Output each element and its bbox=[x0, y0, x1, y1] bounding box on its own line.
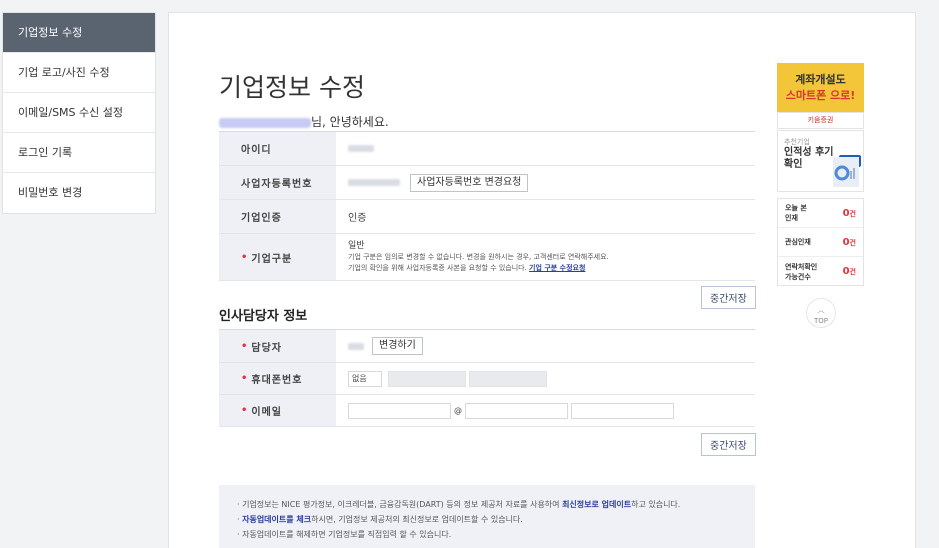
label-manager: • 담당자 bbox=[219, 330, 336, 362]
stat-contact-available-count: 0건 bbox=[842, 266, 856, 277]
required-dot: • bbox=[241, 251, 249, 263]
row-user-id: 아이디 bbox=[219, 132, 755, 166]
company-type-value: 일반 bbox=[348, 240, 365, 251]
label-mobile: • 휴대폰번호 bbox=[219, 363, 336, 394]
company-type-change-link[interactable]: 기업 구분 수정요청 bbox=[529, 264, 585, 272]
row-manager: • 담당자 변경하기 bbox=[219, 330, 755, 363]
review-card-small: 추천기업 bbox=[784, 138, 810, 146]
sidebar: 기업정보 수정 기업 로고/사진 수정 이메일/SMS 수신 설정 로그인 기록… bbox=[2, 12, 156, 214]
chevron-up-icon: ︿ bbox=[817, 306, 825, 314]
mobile-middle-input[interactable] bbox=[388, 370, 466, 387]
required-dot: • bbox=[241, 373, 249, 384]
business-number-change-button[interactable]: 사업자등록번호 변경요청 bbox=[410, 173, 529, 192]
label-email: • 이메일 bbox=[219, 395, 336, 426]
stat-today-viewed-count: 0건 bbox=[842, 207, 856, 219]
label-business-number: 사업자등록번호 bbox=[219, 166, 336, 199]
email-id-input[interactable] bbox=[348, 402, 451, 419]
required-dot: • bbox=[241, 340, 249, 352]
sidebar-item-login-history[interactable]: 로그인 기록 bbox=[3, 133, 155, 173]
company-save-button[interactable]: 중간저장 bbox=[701, 286, 756, 309]
mobile-prefix-select[interactable]: 없음 bbox=[348, 370, 382, 387]
ad-line1: 계좌개설도 bbox=[795, 73, 846, 86]
company-name-redacted bbox=[219, 117, 311, 128]
email-domain-input[interactable] bbox=[465, 402, 568, 419]
label-certification: 기업인증 bbox=[219, 200, 336, 233]
row-company-type: • 기업구분 일반 기업 구분은 임의로 변경할 수 없습니다. 변경을 원하시는… bbox=[219, 234, 755, 281]
ad-brand: 키움증권 bbox=[777, 112, 864, 129]
hr-info-table: • 담당자 변경하기 • 휴대폰번호 없음 • 이메일 @ bbox=[219, 329, 755, 427]
row-business-number: 사업자등록번호 사업자등록번호 변경요청 bbox=[219, 166, 755, 200]
stat-row-favorite[interactable]: 관심인재 0건 bbox=[778, 228, 863, 257]
sidebar-item-company-info[interactable]: 기업정보 수정 bbox=[3, 13, 155, 53]
stat-favorite-count: 0건 bbox=[842, 236, 856, 248]
company-type-desc2: 기업의 확인을 위해 사업자등록증 사본을 요청할 수 있습니다. bbox=[348, 263, 527, 272]
sidebar-item-logo-photo[interactable]: 기업 로고/사진 수정 bbox=[3, 53, 155, 93]
certification-value: 인증 bbox=[348, 213, 367, 224]
company-info-table: 아이디 사업자등록번호 사업자등록번호 변경요청 기업인증 인증 • 기업구분 일… bbox=[219, 131, 755, 281]
stat-row-today-viewed[interactable]: 오늘 본 인재 0건 bbox=[778, 199, 863, 228]
email-at-sign: @ bbox=[454, 406, 462, 415]
greeting: 님, 안녕하세요. bbox=[219, 113, 389, 130]
stats-box: 오늘 본 인재 0건 관심인재 0건 연락처확인 가능건수 0건 bbox=[777, 198, 864, 286]
stat-row-contact-available[interactable]: 연락처확인 가능건수 0건 bbox=[778, 257, 863, 286]
ad-line2: 스마트폰 으로! bbox=[785, 89, 856, 102]
company-type-desc1: 기업 구분은 임의로 변경할 수 없습니다. 변경을 원하시는 경우, 고객센터… bbox=[348, 252, 609, 261]
business-number-redacted bbox=[348, 179, 400, 186]
mobile-last-input[interactable] bbox=[469, 370, 547, 387]
notice-box: · 기업정보는 NICE 평가정보, 이크레더블, 금융감독원(DART) 등의… bbox=[219, 485, 755, 548]
top-label: TOP bbox=[813, 317, 828, 325]
hr-section-title: 인사담당자 정보 bbox=[219, 309, 308, 324]
manager-name-redacted bbox=[348, 342, 364, 350]
user-id-redacted bbox=[348, 145, 374, 152]
label-company-type: • 기업구분 bbox=[219, 234, 336, 280]
row-mobile: • 휴대폰번호 없음 bbox=[219, 363, 755, 395]
required-dot: • bbox=[241, 405, 249, 416]
sidebar-item-email-sms[interactable]: 이메일/SMS 수신 설정 bbox=[3, 93, 155, 133]
page-title: 기업정보 수정 bbox=[219, 73, 365, 102]
row-email: • 이메일 @ bbox=[219, 395, 755, 427]
chart-icon-graphic bbox=[834, 165, 855, 181]
hr-save-button[interactable]: 중간저장 bbox=[701, 433, 756, 456]
review-card[interactable]: 추천기업 인적성 후기 확인 ••• bbox=[777, 130, 864, 192]
email-domain-select[interactable] bbox=[571, 402, 674, 419]
scroll-top-button[interactable]: ︿ TOP bbox=[806, 298, 836, 328]
chart-icon bbox=[833, 157, 859, 187]
sidebar-item-password[interactable]: 비밀번호 변경 bbox=[3, 173, 155, 213]
label-user-id: 아이디 bbox=[219, 132, 336, 165]
row-certification: 기업인증 인증 bbox=[219, 200, 755, 234]
manager-change-button[interactable]: 변경하기 bbox=[372, 337, 423, 355]
